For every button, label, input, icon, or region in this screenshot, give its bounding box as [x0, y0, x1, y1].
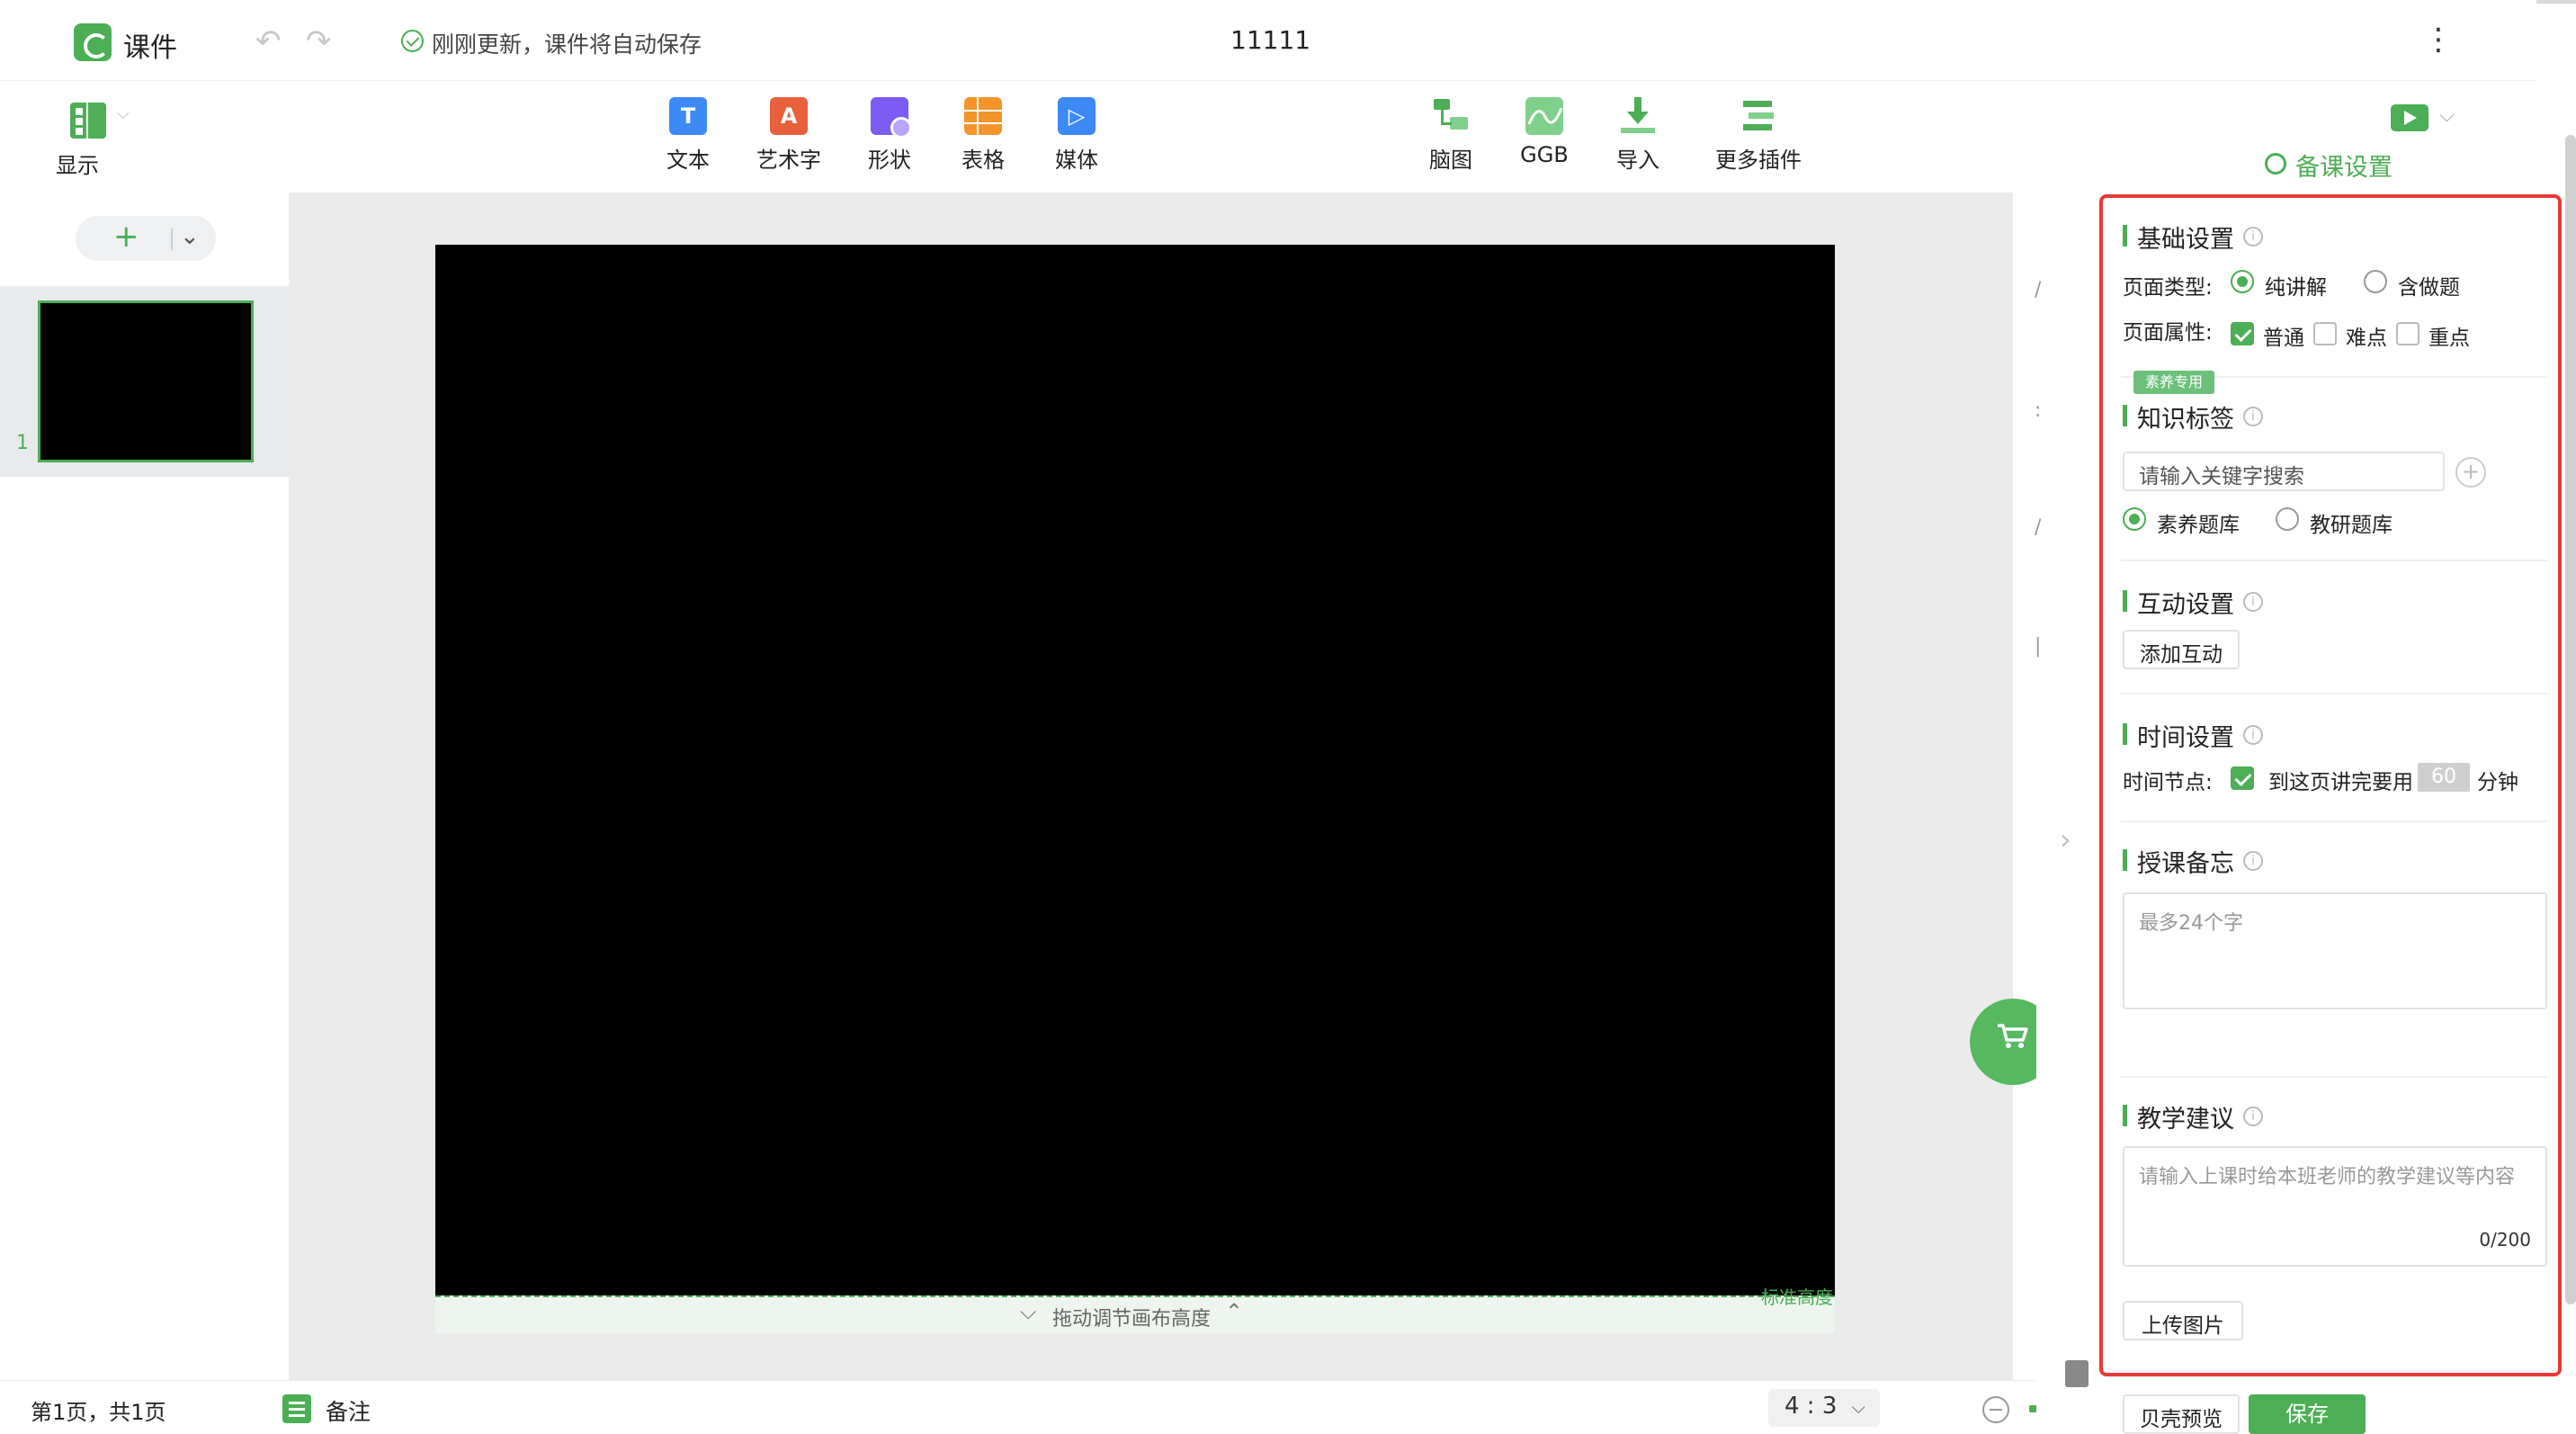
toolbar-label: 形状 [868, 148, 911, 173]
chevron-up-icon: ⌃ [1225, 1299, 1244, 1324]
shape-icon [871, 97, 912, 139]
collapsed-side-strip [2036, 135, 2103, 1434]
toolbar-label: 脑图 [1429, 148, 1472, 173]
display-label: 显示 [56, 153, 99, 178]
chevron-down-icon[interactable]: ⌵ [2439, 104, 2455, 127]
slide-canvas[interactable] [435, 245, 1835, 1295]
aspect-ratio-value: 4 : 3 [1784, 1393, 1838, 1420]
strip-marker: / [2035, 516, 2042, 539]
toolbar-label: GGB [1520, 142, 1569, 167]
chevron-down-icon: ⌵ [1020, 1299, 1037, 1324]
play-preview-icon[interactable] [2391, 104, 2428, 131]
toolbar-label: 媒体 [1055, 148, 1098, 173]
insert-table-button[interactable]: 表格 [934, 97, 1033, 174]
plugin-mindmap-button[interactable]: 脑图 [1401, 97, 1500, 174]
chevron-right-icon[interactable]: › [2060, 822, 2071, 856]
preview-button[interactable]: 贝壳预览 [2123, 1394, 2240, 1434]
slide-number: 1 [16, 432, 29, 454]
gear-icon [2265, 153, 2286, 175]
art-text-icon: A [770, 97, 808, 135]
notes-icon[interactable] [282, 1394, 311, 1423]
panel-title: 备课设置 [2295, 154, 2393, 182]
more-plugins-icon [1740, 97, 1777, 135]
app-title: 课件 [123, 32, 177, 64]
redo-icon[interactable]: ↷ [306, 23, 332, 59]
app-logo-icon [74, 23, 112, 61]
undo-icon[interactable]: ↶ [255, 23, 282, 59]
save-status: 刚刚更新，课件将自动保存 [432, 31, 702, 58]
insert-media-button[interactable]: ▷ 媒体 [1027, 97, 1126, 174]
strip-marker: | [2035, 635, 2042, 658]
ggb-icon [1525, 97, 1563, 135]
zoom-out-icon[interactable] [1982, 1396, 2009, 1423]
save-button[interactable]: 保存 [2249, 1394, 2366, 1434]
plus-icon[interactable]: + [113, 219, 139, 255]
toolbar-label: 艺术字 [756, 148, 821, 173]
media-icon: ▷ [1058, 97, 1096, 135]
resize-hint: 拖动调节画布高度 [1052, 1308, 1212, 1331]
toolbar-label: 导入 [1616, 148, 1659, 173]
highlight-frame [2099, 194, 2562, 1376]
cart-icon [1998, 1024, 2028, 1048]
plugin-import-button[interactable]: 导入 [1588, 97, 1687, 174]
insert-art-text-button[interactable]: A 艺术字 [739, 97, 838, 174]
toolbar-label: 表格 [962, 148, 1005, 173]
feedback-icon[interactable] [2065, 1360, 2089, 1387]
chevron-down-icon: ⌵ [1851, 1396, 1865, 1418]
insert-text-button[interactable]: T 文本 [639, 97, 738, 174]
table-icon [964, 97, 1002, 135]
chevron-down-icon: ⌵ [117, 104, 130, 123]
import-icon [1619, 97, 1657, 135]
mindmap-icon [1432, 97, 1470, 135]
panel-scrollbar[interactable] [2565, 135, 2576, 1304]
aspect-ratio-select[interactable]: 4 : 3 ⌵ [1768, 1389, 1880, 1427]
saved-check-icon [401, 30, 424, 52]
display-button[interactable]: ⌵ 显示 [56, 97, 137, 179]
add-slide-dropdown-chevron-icon[interactable]: ⌄ [180, 223, 200, 250]
more-menu-icon[interactable]: ⋮ [2423, 22, 2454, 58]
text-icon: T [669, 97, 707, 135]
page-info: 第1页，共1页 [31, 1400, 166, 1425]
divider [171, 229, 173, 250]
standard-height-label: 标准高度 [1761, 1286, 1833, 1308]
plugin-ggb-button[interactable]: GGB [1495, 97, 1594, 167]
document-title[interactable]: 11111 [1230, 25, 1310, 55]
toolbar-label: 文本 [666, 148, 710, 173]
display-layout-icon [70, 103, 106, 139]
strip-marker: / [2035, 279, 2042, 301]
notes-button[interactable]: 备注 [326, 1394, 371, 1427]
slide-thumbnail[interactable] [38, 300, 254, 462]
plugin-more-plugins-button[interactable]: 更多插件 [1700, 97, 1817, 174]
strip-marker: : [2035, 399, 2042, 422]
toolbar-label: 更多插件 [1715, 148, 1802, 173]
insert-shape-button[interactable]: 形状 [840, 97, 939, 174]
